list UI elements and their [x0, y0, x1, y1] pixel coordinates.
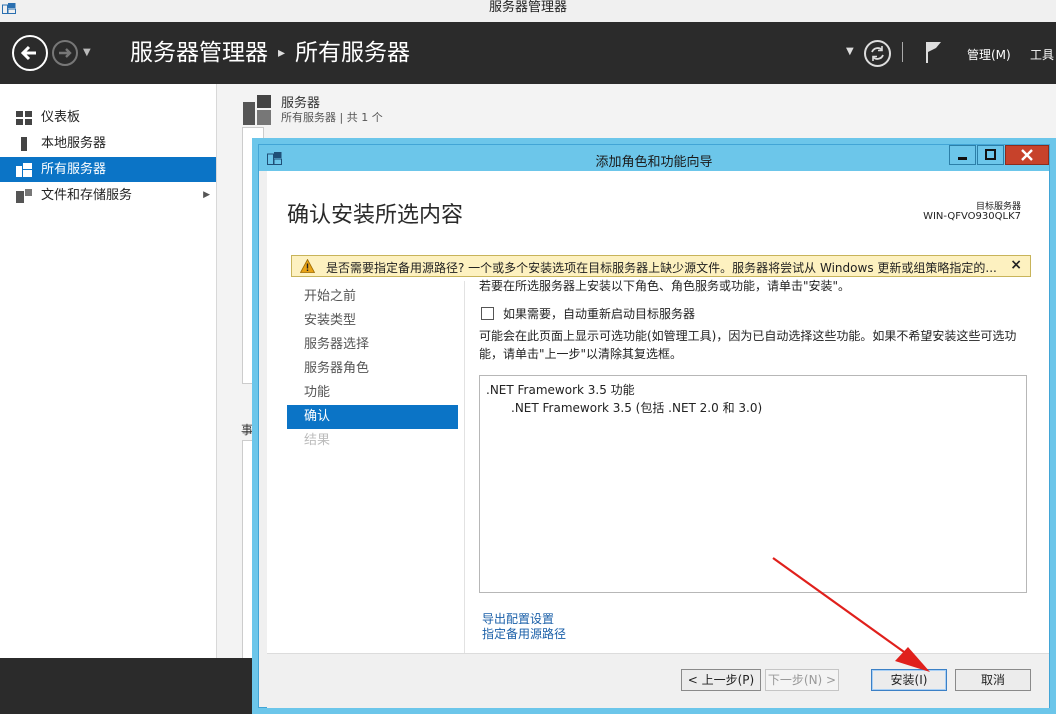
sidebar-item-dashboard[interactable]: 仪表板	[0, 105, 216, 130]
restart-checkbox-label[interactable]: 如果需要，自动重新启动目标服务器	[503, 305, 695, 322]
install-button[interactable]: 安装(I)	[871, 669, 947, 691]
sidebar: 仪表板 本地服务器 所有服务器 文件和存储服务 ▶	[0, 84, 217, 658]
list-item: .NET Framework 3.5 功能	[486, 383, 635, 397]
back-arrow-icon	[20, 45, 36, 61]
breadcrumb-current: 所有服务器	[295, 40, 411, 66]
sidebar-item-file-storage[interactable]: 文件和存储服务 ▶	[0, 183, 216, 208]
window-title: 服务器管理器	[488, 0, 567, 15]
history-dropdown-icon[interactable]: ▼	[83, 47, 91, 58]
step-server-roles[interactable]: 服务器角色	[287, 357, 458, 381]
dialog-body: 确认安装所选内容 目标服务器 WIN-QFVO930QLK7 是否需要指定备用源…	[267, 171, 1049, 707]
step-installation-type[interactable]: 安装类型	[287, 309, 458, 333]
forward-arrow-icon	[59, 48, 72, 58]
warning-bar[interactable]: 是否需要指定备用源路径? 一个或多个安装选项在目标服务器上缺少源文件。服务器将尝…	[291, 255, 1031, 277]
forward-button[interactable]	[52, 40, 78, 66]
refresh-icon	[871, 46, 884, 61]
step-label: 服务器角色	[304, 361, 370, 376]
servers-tile-icon	[243, 95, 271, 125]
step-server-selection[interactable]: 服务器选择	[287, 333, 458, 357]
minimize-icon	[958, 157, 967, 160]
add-roles-wizard-dialog: 添加角色和功能向导 确认安装所选内容 目标服务器 WIN-QFVO930QLK7…	[258, 144, 1050, 708]
steps-divider	[464, 281, 465, 681]
close-button[interactable]	[1005, 145, 1049, 165]
step-label: 开始之前	[304, 289, 357, 304]
minimize-button[interactable]	[949, 145, 976, 165]
dialog-titlebar[interactable]: 添加角色和功能向导	[259, 145, 1049, 171]
events-section-title: 事	[241, 423, 254, 437]
step-label: 服务器选择	[304, 337, 370, 352]
sidebar-item-all-servers[interactable]: 所有服务器	[0, 157, 216, 182]
intro-text: 若要在所选服务器上安装以下角色、角色服务或功能，请单击"安装"。	[479, 279, 851, 293]
storage-icon	[16, 189, 32, 203]
sidebar-item-label: 文件和存储服务	[41, 188, 133, 203]
warning-text: 是否需要指定备用源路径? 一个或多个安装选项在目标服务器上缺少源文件。服务器将尝…	[326, 261, 997, 275]
step-label: 功能	[304, 385, 331, 400]
list-item: .NET Framework 3.5 (包括 .NET 2.0 和 3.0)	[511, 401, 763, 415]
step-label: 安装类型	[304, 313, 357, 328]
target-server-name: WIN-QFVO930QLK7	[923, 211, 1021, 222]
next-button: 下一步(N) >	[765, 669, 839, 691]
warning-close-icon[interactable]: ×	[1010, 257, 1022, 273]
step-label: 确认	[304, 409, 331, 424]
alternate-source-link[interactable]: 指定备用源路径	[482, 625, 566, 642]
chevron-right-icon: ▶	[203, 190, 210, 200]
warning-icon	[300, 259, 315, 273]
breadcrumb: 服务器管理器 ▸ 所有服务器	[130, 38, 410, 71]
close-icon	[1021, 149, 1033, 161]
wizard-steps: 开始之前 安装类型 服务器选择 服务器角色 功能 确认 结果	[287, 285, 458, 605]
header-divider	[902, 42, 903, 62]
tools-menu[interactable]: 工具	[1030, 46, 1054, 63]
outer-titlebar: 服务器管理器	[0, 0, 1056, 23]
back-button[interactable]	[12, 35, 48, 71]
optional-features-note: 可能会在此页面上显示可选功能(如管理工具)，因为已自动选择这些功能。如果不希望安…	[479, 329, 1017, 361]
servers-section-subtitle: 所有服务器 | 共 1 个	[281, 111, 383, 124]
sidebar-item-label: 本地服务器	[41, 136, 107, 151]
server-icon	[21, 137, 27, 151]
servers-icon	[16, 163, 32, 177]
selected-features-list[interactable]: .NET Framework 3.5 功能 .NET Framework 3.5…	[479, 375, 1027, 593]
dialog-title: 添加角色和功能向导	[595, 155, 713, 170]
previous-button[interactable]: < 上一步(P)	[681, 669, 761, 691]
header-dropdown-icon[interactable]: ▼	[846, 46, 854, 57]
maximize-icon	[985, 149, 996, 160]
manage-menu[interactable]: 管理(M)	[967, 46, 1011, 63]
sidebar-item-label: 所有服务器	[41, 162, 107, 177]
step-before-you-begin[interactable]: 开始之前	[287, 285, 458, 309]
notifications-flag-icon[interactable]	[924, 40, 944, 64]
step-features[interactable]: 功能	[287, 381, 458, 405]
cancel-button[interactable]: 取消	[955, 669, 1031, 691]
dialog-footer: < 上一步(P) 下一步(N) > 安装(I) 取消	[267, 653, 1049, 708]
sidebar-item-local-server[interactable]: 本地服务器	[0, 131, 216, 156]
step-confirmation[interactable]: 确认	[287, 405, 458, 429]
header-bar: ▼ 服务器管理器 ▸ 所有服务器 ▼ 管理(M) 工具	[0, 22, 1056, 84]
step-results: 结果	[287, 429, 458, 453]
breadcrumb-root[interactable]: 服务器管理器	[130, 40, 268, 66]
sidebar-item-label: 仪表板	[41, 110, 81, 125]
breadcrumb-separator-icon: ▸	[278, 45, 286, 61]
page-heading: 确认安装所选内容	[287, 203, 464, 228]
dashboard-icon	[16, 111, 32, 125]
refresh-button[interactable]	[864, 40, 891, 67]
maximize-button[interactable]	[977, 145, 1004, 165]
restart-checkbox[interactable]	[481, 307, 494, 320]
step-label: 结果	[304, 433, 331, 448]
